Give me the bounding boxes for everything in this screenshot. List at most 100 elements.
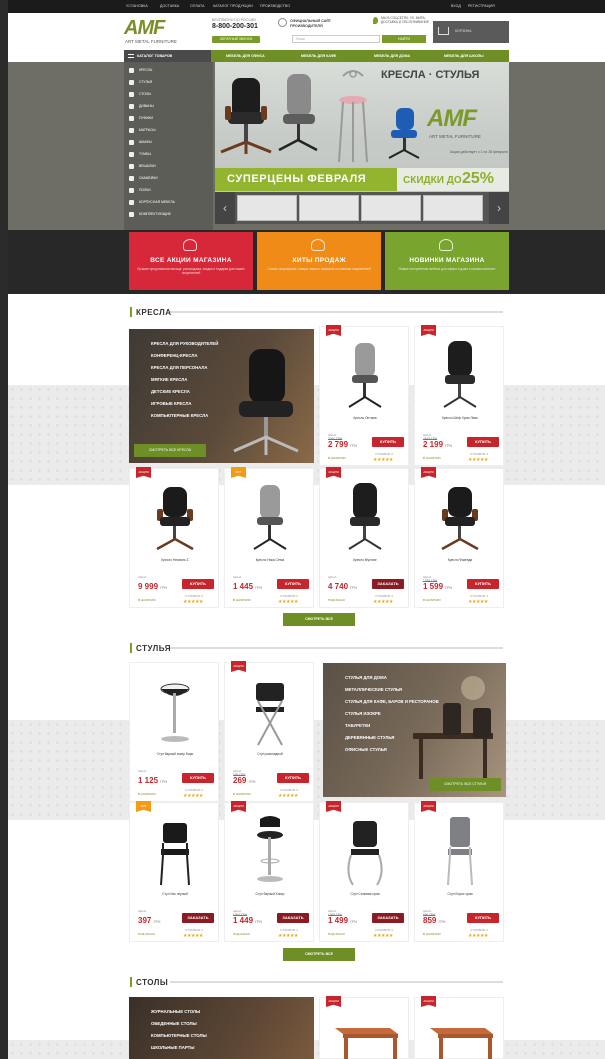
product-image[interactable]: [430, 337, 490, 412]
buy-button[interactable]: КУПИТЬ: [467, 437, 499, 447]
category-link[interactable]: ДЕТСКИЕ КРЕСЛА: [151, 389, 190, 394]
rating-stars[interactable]: ★★★★★: [468, 933, 488, 939]
nav-item[interactable]: МЕБЕЛЬ ДЛЯ КАФЕ: [301, 54, 336, 58]
product-name[interactable]: Кресло Шеф Хром Люкс: [421, 416, 499, 420]
product-image[interactable]: [335, 479, 395, 554]
rating-stars[interactable]: ★★★★★: [373, 599, 393, 605]
product-image[interactable]: [240, 479, 300, 554]
product-card[interactable]: АКЦИЯ Кресло Мустанг ЦЕНА 4 740 ГРН ЗАКАЗАТЬ…: [319, 467, 409, 608]
product-card[interactable]: АКЦИЯ Кресло Шеф Хром Люкс ЦЕНА 2845 ГРН 2 1…: [414, 325, 504, 466]
nav-item[interactable]: МЕБЕЛЬ ДЛЯ ШКОЛЫ: [444, 54, 484, 58]
category-link[interactable]: ШКОЛЬНЫЕ ПАРТЫ: [151, 1045, 194, 1050]
sidebar-item[interactable]: ШКАФЫ: [129, 139, 213, 146]
view-all-chairs-button[interactable]: СМОТРЕТЬ ВСЕ КРЕСЛА: [134, 444, 206, 457]
product-image[interactable]: [335, 813, 395, 888]
product-card[interactable]: АКЦИЯ Стул Сильвия хром ЦЕНА 1999 ГРН 1 499 …: [319, 801, 409, 942]
rating-stars[interactable]: ★★★★★: [183, 933, 203, 939]
category-link[interactable]: ИГРОВЫЕ КРЕСЛА: [151, 401, 192, 406]
login-link[interactable]: ВХОД: [451, 4, 461, 8]
banner-thumb[interactable]: [423, 195, 483, 221]
view-all-stools-button[interactable]: СМОТРЕТЬ ВСЕ СТУЛЬЯ: [429, 778, 501, 791]
category-link[interactable]: ТАБУРЕТКИ: [345, 723, 370, 728]
reviews-count[interactable]: ОТЗЫВОВ: 0: [185, 928, 203, 932]
search-button[interactable]: НАЙТИ: [382, 35, 426, 43]
top-link[interactable]: КАТАЛОГ ПРОДУКЦИИ: [213, 4, 253, 8]
order-button[interactable]: ЗАКАЗАТЬ: [372, 913, 404, 923]
buy-button[interactable]: КУПИТЬ: [467, 913, 499, 923]
product-image[interactable]: [240, 673, 300, 748]
buy-button[interactable]: КУПИТЬ: [277, 579, 309, 589]
buy-button[interactable]: КУПИТЬ: [182, 579, 214, 589]
category-link[interactable]: КРЕСЛА ДЛЯ РУКОВОДИТЕЛЕЙ: [151, 341, 218, 346]
product-name[interactable]: Стул Изо черный: [136, 892, 214, 896]
product-card[interactable]: АКЦИЯ Стул раскладной ЦЕНА 295 ГРН 269 ГРН КУ…: [224, 661, 314, 802]
nav-item[interactable]: МЕБЕЛЬ ДЛЯ ОФИСА: [226, 54, 265, 58]
rating-stars[interactable]: ★★★★★: [278, 599, 298, 605]
top-link[interactable]: ОПЛАТА: [190, 4, 205, 8]
promo-sales[interactable]: ВСЕ АКЦИИ МАГАЗИНА Лучшие предложения ме…: [129, 232, 253, 290]
category-link[interactable]: СТУЛЬЯ ДЛЯ КАФЕ, БАРОВ И РЕСТОРАНОВ: [345, 699, 439, 704]
product-card[interactable]: Стул барный хокер Бари ЦЕНА 1 125 ГРН КУПИТ…: [129, 662, 219, 802]
rating-stars[interactable]: ★★★★★: [468, 599, 488, 605]
reviews-count[interactable]: ОТЗЫВОВ: 0: [375, 928, 393, 932]
callback-button[interactable]: ОБРАТНЫЙ ЗВОНОК: [212, 36, 260, 43]
sidebar-item[interactable]: ВЕШАЛКИ: [129, 163, 213, 170]
product-card[interactable]: АКЦИЯ Кресло Неаполь Z ЦЕНА 9 999 ГРН КУПИТЬ…: [129, 467, 219, 608]
category-link[interactable]: МЕТАЛЛИЧЕСКИЕ СТУЛЬЯ: [345, 687, 402, 692]
order-button[interactable]: ЗАКАЗАТЬ: [372, 579, 404, 589]
logo[interactable]: AMF ART METAL FURNITURE: [124, 17, 202, 47]
rating-stars[interactable]: ★★★★★: [373, 933, 393, 939]
reviews-count[interactable]: ОТЗЫВОВ: 0: [280, 928, 298, 932]
reviews-count[interactable]: ОТЗЫВОВ: 0: [470, 928, 488, 932]
rating-stars[interactable]: ★★★★★: [183, 599, 203, 605]
hero-banner[interactable]: КРЕСЛА · СТУЛЬЯ AMF ART METAL FURNITURE …: [215, 62, 509, 192]
chevron-left-icon[interactable]: ‹: [215, 192, 235, 224]
top-link[interactable]: УСТАНОВКА: [126, 4, 148, 8]
product-card[interactable]: АКЦИЯ Кресло Фазенда ЦЕНА 1789 ГРН 1 599 ГРН…: [414, 467, 504, 608]
product-card[interactable]: АКЦИЯ: [414, 996, 504, 1059]
product-card[interactable]: ХИТ Стул Изо черный ЦЕНА 397 ГРН ЗАКАЗАТЬ ПОД…: [129, 801, 219, 942]
top-link[interactable]: ПРОИЗВОДСТВО: [260, 4, 290, 8]
sidebar-item[interactable]: КОМПЛЕКТУЮЩИЕ: [129, 211, 213, 218]
product-name[interactable]: Кресло Неаполь Z: [136, 558, 214, 562]
product-image[interactable]: [145, 479, 205, 554]
product-name[interactable]: Кресло Оптима: [326, 416, 404, 420]
banner-thumb[interactable]: [299, 195, 359, 221]
register-link[interactable]: РЕГИСТРАЦИЯ: [468, 4, 495, 8]
rating-stars[interactable]: ★★★★★: [278, 793, 298, 799]
product-card[interactable]: АКЦИЯ Стул Боунс хром ЦЕНА 999 ГРН 859 ГРН КУ…: [414, 801, 504, 942]
sidebar-item[interactable]: МАТРАСЫ: [129, 127, 213, 134]
top-link[interactable]: ДОСТАВКА: [160, 4, 179, 8]
buy-button[interactable]: КУПИТЬ: [372, 437, 404, 447]
banner-thumb[interactable]: [361, 195, 421, 221]
cart-button[interactable]: КОРЗИНА: [433, 21, 509, 43]
reviews-count[interactable]: ОТЗЫВОВ: 0: [280, 788, 298, 792]
rating-stars[interactable]: ★★★★★: [373, 457, 393, 463]
nav-item[interactable]: МЕБЕЛЬ ДЛЯ ДОМА: [374, 54, 410, 58]
buy-button[interactable]: КУПИТЬ: [277, 773, 309, 783]
product-name[interactable]: Стул барный Хокер: [231, 892, 309, 896]
buy-button[interactable]: КУПИТЬ: [182, 773, 214, 783]
sidebar-item[interactable]: ПУФИКИ: [129, 115, 213, 122]
chevron-right-icon[interactable]: ›: [489, 192, 509, 224]
category-link[interactable]: КРЕСЛА ДЛЯ ПЕРСОНАЛА: [151, 365, 207, 370]
category-link[interactable]: КОНФЕРЕНЦ-КРЕСЛА: [151, 353, 197, 358]
sidebar-item[interactable]: КРЕСЛА: [129, 67, 213, 74]
sidebar-item[interactable]: ДИВАНЫ: [129, 103, 213, 110]
sidebar-item[interactable]: ПОЛКИ: [129, 187, 213, 194]
product-image[interactable]: [430, 813, 490, 888]
product-image[interactable]: [145, 813, 205, 888]
search-input[interactable]: Поиск: [292, 35, 380, 43]
category-link[interactable]: СТУЛЬЯ ДЛЯ ДОМА: [345, 675, 387, 680]
product-card[interactable]: АКЦИЯ Кресло Оптима ЦЕНА 3060 ГРН 2 799 ГРН К…: [319, 325, 409, 466]
product-image[interactable]: [430, 479, 490, 554]
product-card[interactable]: ХИТ Кресло Ника Сетка ЦЕНА 1 445 ГРН КУПИТЬ В…: [224, 467, 314, 608]
sidebar-item[interactable]: СКАМЕЙКИ: [129, 175, 213, 182]
product-card[interactable]: АКЦИЯ Стул барный Хокер ЦЕНА 1560 ГРН 1 449 …: [224, 801, 314, 942]
sidebar-item[interactable]: ТУМБЫ: [129, 151, 213, 158]
order-button[interactable]: ЗАКАЗАТЬ: [182, 913, 214, 923]
product-image[interactable]: [145, 673, 205, 748]
category-link[interactable]: СТУЛЬЯ ИЗОКРЕ: [345, 711, 381, 716]
category-link[interactable]: ОБЕДЕННЫЕ СТОЛЫ: [151, 1021, 197, 1026]
promo-hits[interactable]: ХИТЫ ПРОДАЖ Самые популярные товары наше…: [257, 232, 381, 290]
